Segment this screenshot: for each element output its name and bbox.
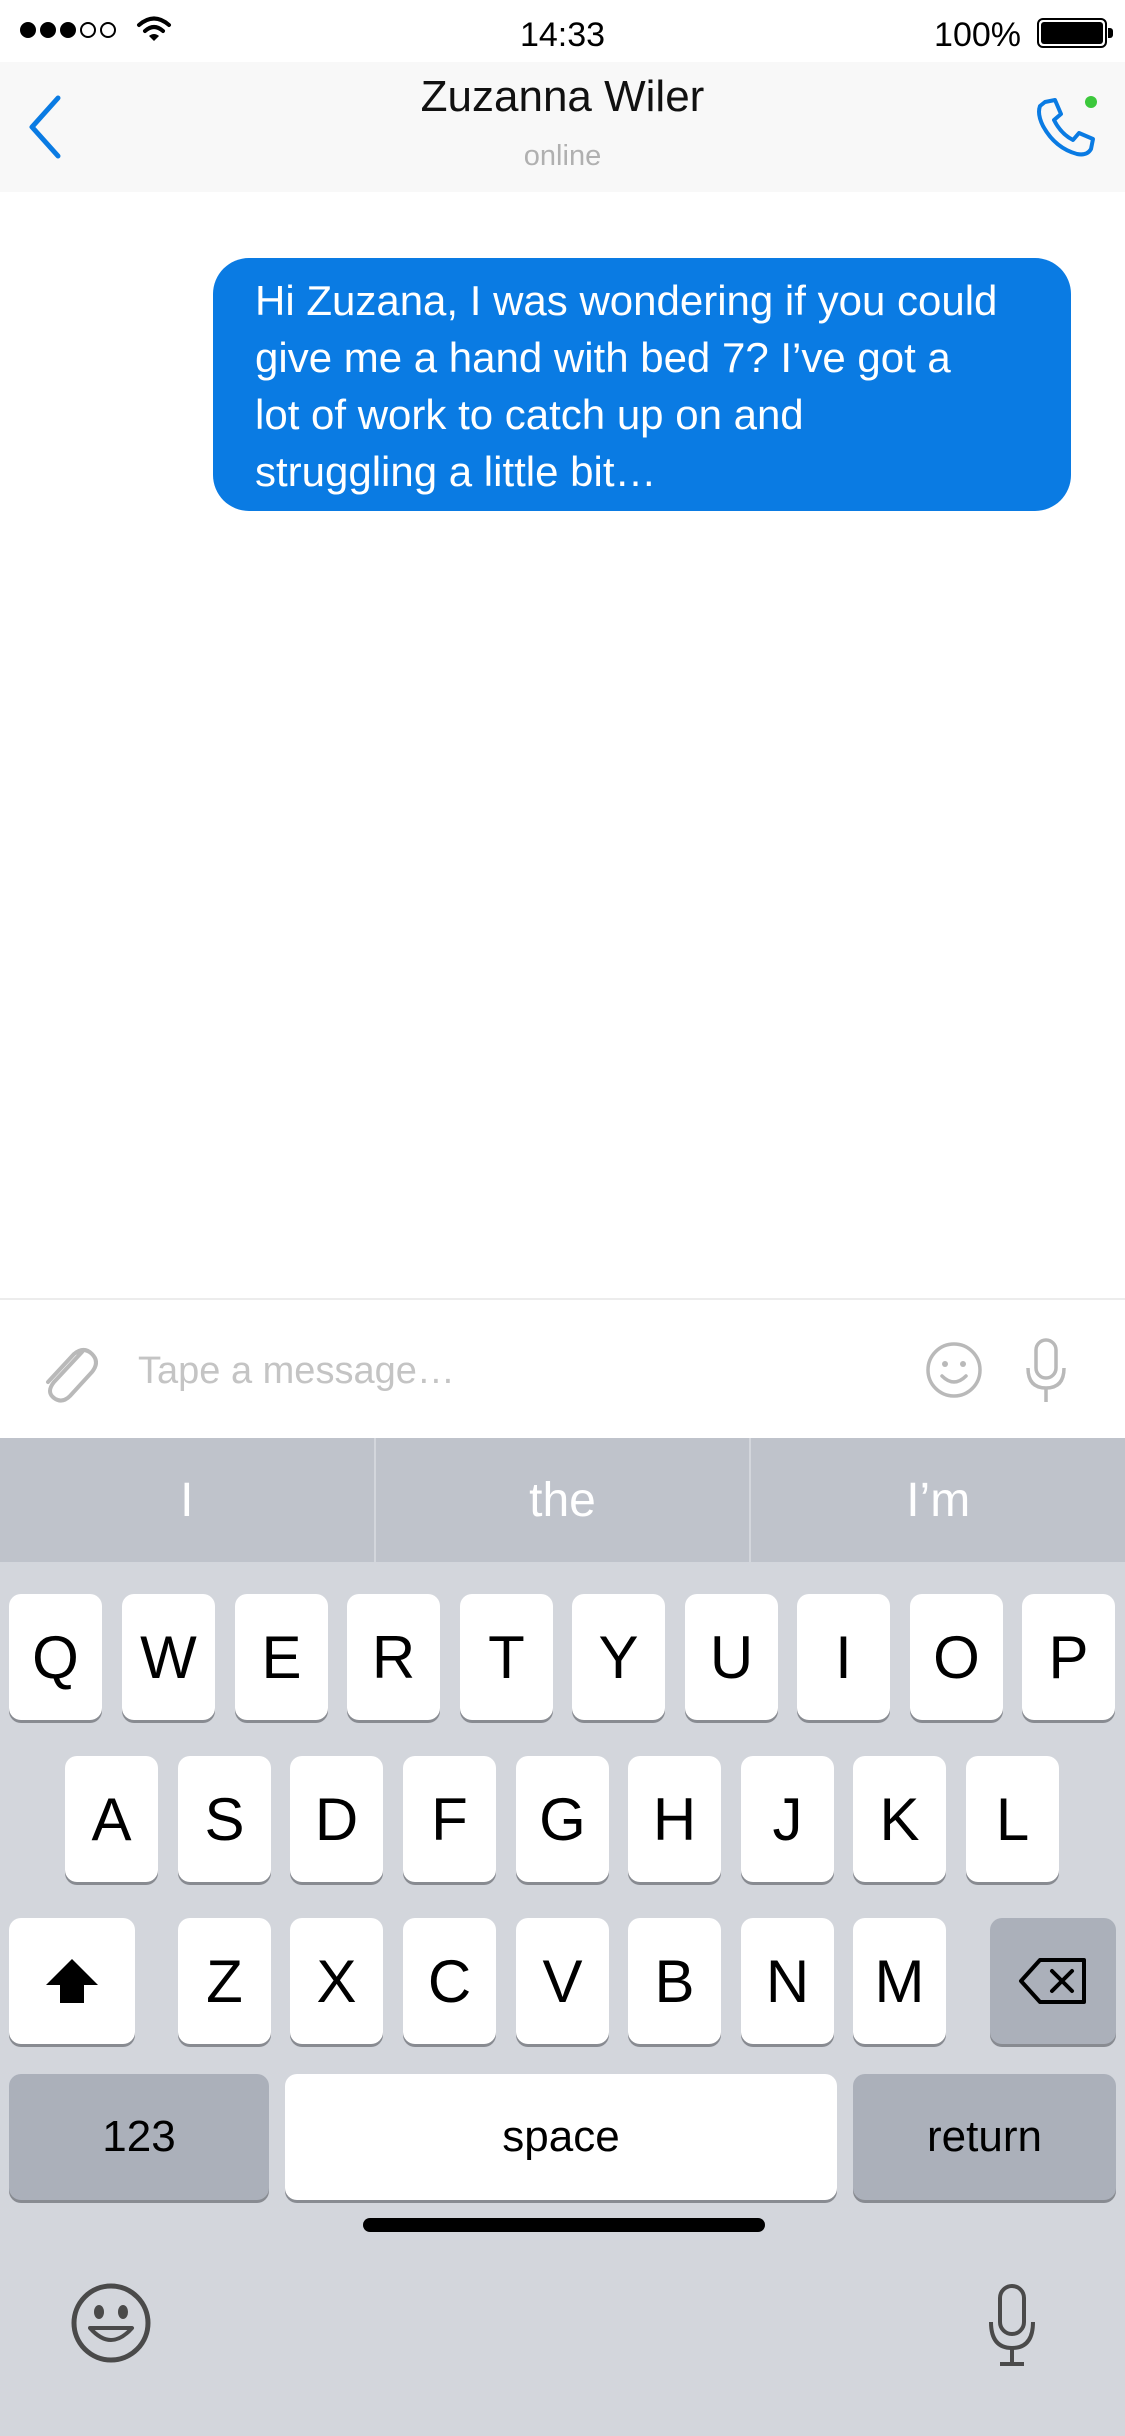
key-v[interactable]: V [516, 1918, 609, 2044]
emoji-keyboard-icon[interactable] [70, 2282, 152, 2364]
key-b[interactable]: B [628, 1918, 721, 2044]
chat-header: Zuzanna Wiler online [0, 62, 1125, 194]
battery-icon [1037, 18, 1113, 48]
outgoing-message-bubble[interactable]: Hi Zuzana, I was wondering if you could … [213, 258, 1071, 511]
paperclip-icon[interactable] [36, 1338, 98, 1406]
key-j[interactable]: J [741, 1756, 834, 1882]
dictation-microphone-icon[interactable] [986, 2282, 1038, 2368]
key-a[interactable]: A [65, 1756, 158, 1882]
contact-status: online [523, 140, 602, 172]
message-list[interactable]: Hi Zuzana, I was wondering if you could … [0, 192, 1125, 1298]
microphone-icon[interactable] [1024, 1336, 1068, 1406]
shift-arrow-icon [46, 1959, 98, 2003]
key-u[interactable]: U [685, 1594, 778, 1720]
shift-key[interactable] [9, 1918, 135, 2044]
delete-key[interactable] [990, 1918, 1116, 2044]
key-s[interactable]: S [178, 1756, 271, 1882]
suggestion-item[interactable]: I [0, 1438, 374, 1562]
presence-dot [1085, 96, 1097, 108]
key-d[interactable]: D [290, 1756, 383, 1882]
message-input[interactable] [136, 1340, 880, 1402]
message-line: struggling a little bit… [255, 448, 657, 495]
key-f[interactable]: F [403, 1756, 496, 1882]
key-h[interactable]: H [628, 1756, 721, 1882]
backspace-icon [1019, 1958, 1086, 2004]
contact-name: Zuzanna Wiler [420, 72, 705, 121]
home-indicator[interactable] [363, 2218, 765, 2232]
key-w[interactable]: W [122, 1594, 215, 1720]
numbers-key[interactable]: 123 [9, 2074, 269, 2200]
smiley-icon[interactable] [924, 1340, 984, 1400]
key-r[interactable]: R [347, 1594, 440, 1720]
key-o[interactable]: O [910, 1594, 1003, 1720]
keyboard: I the I’m Q W E R T Y U I O P A S D F G … [0, 1438, 1125, 2436]
key-e[interactable]: E [235, 1594, 328, 1720]
key-z[interactable]: Z [178, 1918, 271, 2044]
key-x[interactable]: X [290, 1918, 383, 2044]
battery-percentage: 100% [934, 16, 1021, 54]
suggestion-item[interactable]: the [376, 1438, 750, 1562]
key-p[interactable]: P [1022, 1594, 1115, 1720]
key-t[interactable]: T [460, 1594, 553, 1720]
message-composer [0, 1298, 1125, 1440]
key-k[interactable]: K [853, 1756, 946, 1882]
key-i[interactable]: I [797, 1594, 890, 1720]
key-n[interactable]: N [741, 1918, 834, 2044]
key-q[interactable]: Q [9, 1594, 102, 1720]
key-y[interactable]: Y [572, 1594, 665, 1720]
message-line: Hi Zuzana, I was wondering if you could [255, 277, 998, 324]
return-key[interactable]: return [853, 2074, 1116, 2200]
key-c[interactable]: C [403, 1918, 496, 2044]
space-key[interactable]: space [285, 2074, 837, 2200]
suggestion-bar: I the I’m [0, 1438, 1125, 1562]
key-l[interactable]: L [966, 1756, 1059, 1882]
key-g[interactable]: G [516, 1756, 609, 1882]
status-bar: 14:33 100% [0, 0, 1125, 62]
phone-icon[interactable] [1031, 92, 1101, 162]
key-m[interactable]: M [853, 1918, 946, 2044]
message-line: give me a hand with bed 7? I’ve got a [255, 334, 951, 381]
suggestion-item[interactable]: I’m [751, 1438, 1125, 1562]
message-line: lot of work to catch up on and [255, 391, 804, 438]
